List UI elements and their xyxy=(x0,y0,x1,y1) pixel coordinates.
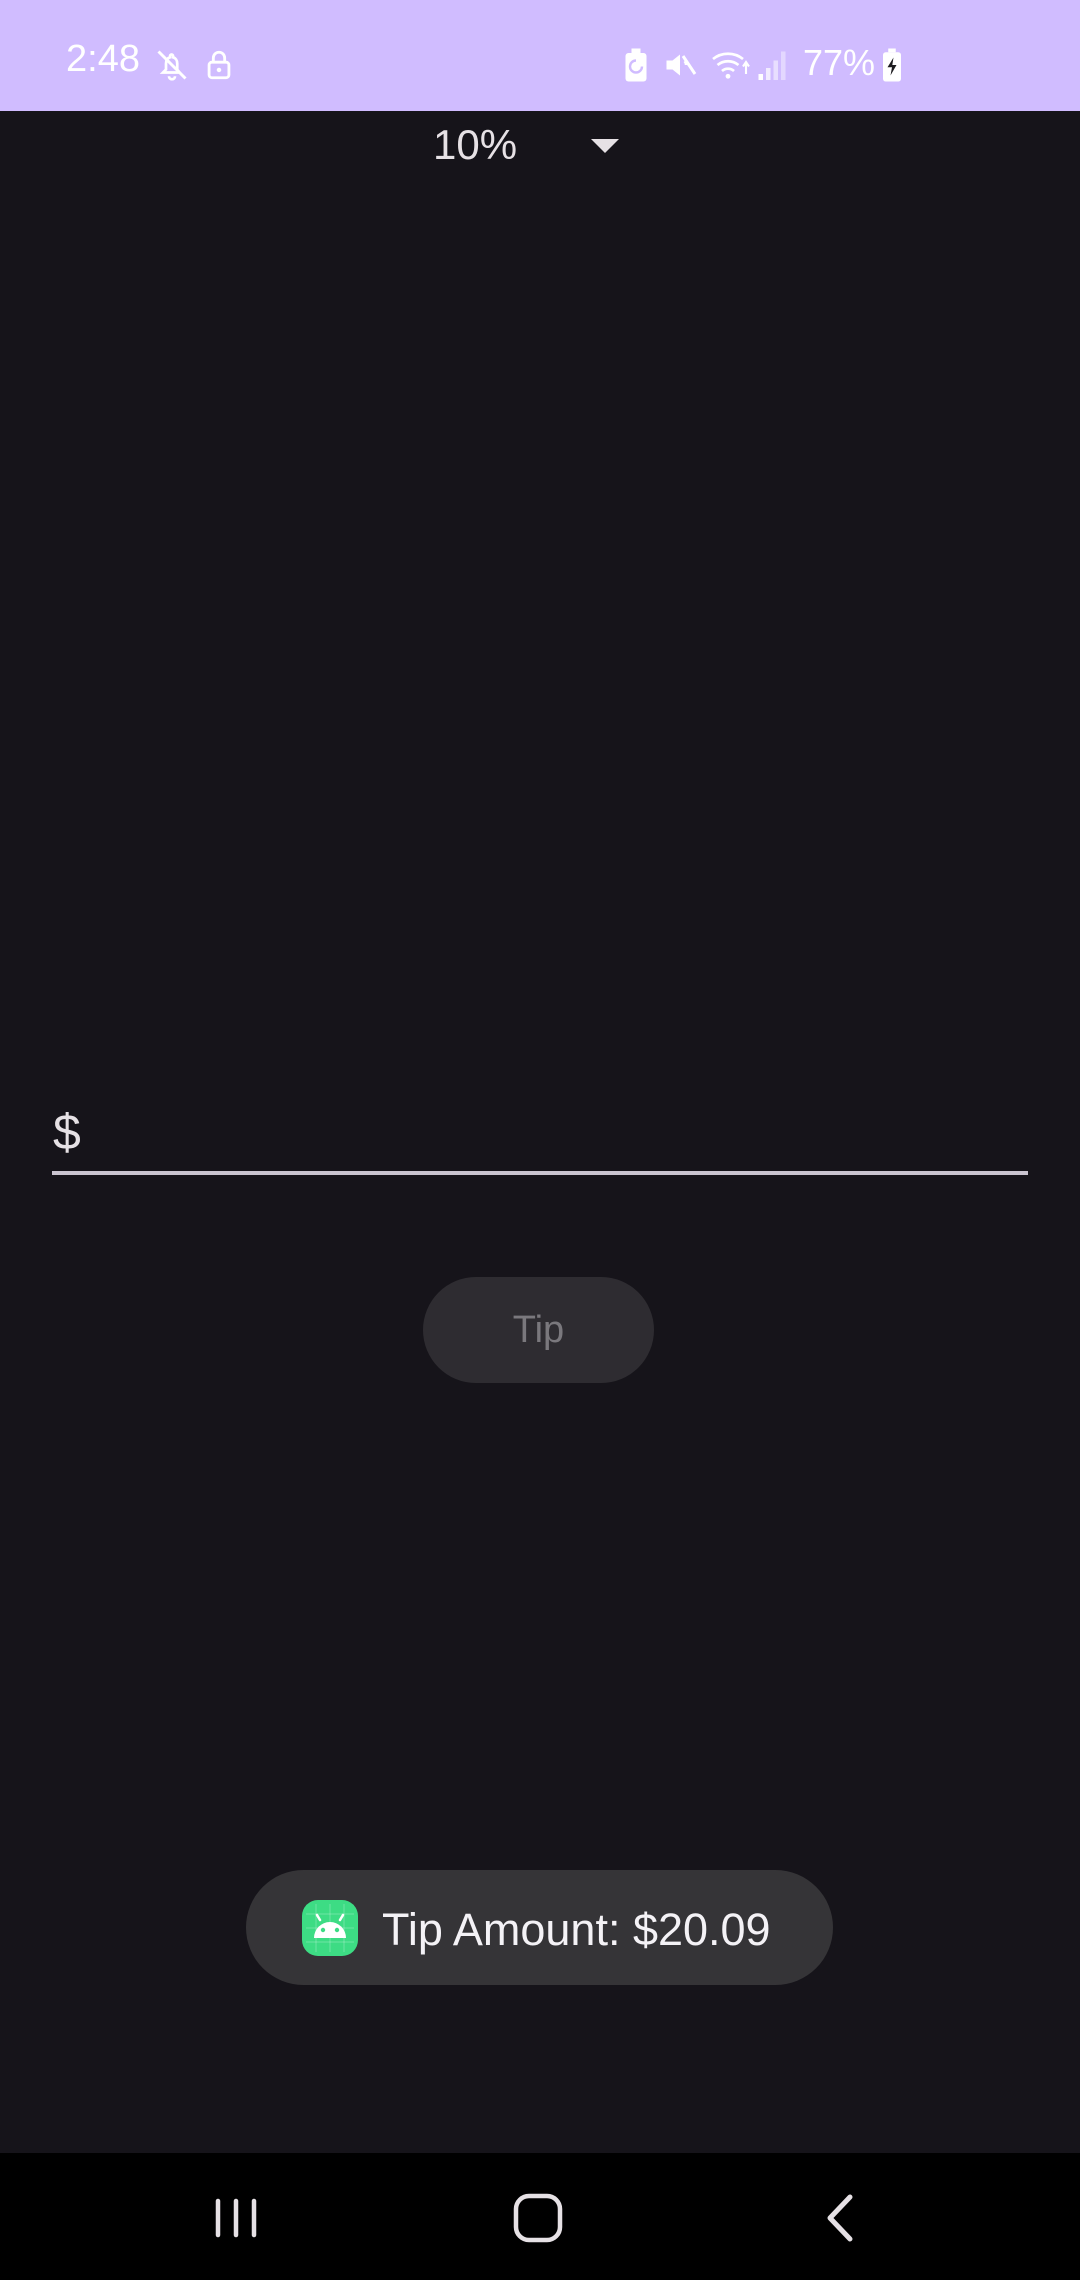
battery-charging-icon xyxy=(883,48,901,82)
recent-apps-icon[interactable] xyxy=(196,2183,276,2253)
signal-icon xyxy=(758,51,786,80)
toast: Tip Amount: $20.09 xyxy=(246,1870,833,1985)
app-screen: 2:48 77% 10% $ Tip Tip Amount: $20.09 xyxy=(0,0,1080,2280)
toast-message: Tip Amount: $20.09 xyxy=(382,1904,771,1955)
back-icon[interactable] xyxy=(800,2183,880,2253)
android-app-icon xyxy=(302,1900,358,1956)
bill-amount-input[interactable] xyxy=(104,1101,1018,1165)
status-time: 2:48 xyxy=(66,38,140,80)
mute-icon xyxy=(666,54,697,76)
dropdown-arrow-icon xyxy=(591,139,619,153)
input-underline xyxy=(52,1171,1028,1175)
battery-saver-icon xyxy=(625,48,647,82)
bill-amount-field[interactable]: $ xyxy=(52,1095,1028,1177)
tip-percentage-spinner[interactable]: 10% xyxy=(400,112,660,178)
battery-percent: 77% xyxy=(803,42,876,83)
home-icon[interactable] xyxy=(498,2183,578,2253)
notifications-off-icon xyxy=(157,50,187,81)
lock-icon xyxy=(207,50,231,80)
navigation-bar xyxy=(0,2153,1080,2280)
currency-prefix: $ xyxy=(53,1104,81,1160)
tip-button[interactable]: Tip xyxy=(423,1277,654,1383)
status-bar: 2:48 77% xyxy=(0,0,1080,111)
wifi-icon xyxy=(712,52,750,79)
spinner-selected-value: 10% xyxy=(433,121,518,168)
